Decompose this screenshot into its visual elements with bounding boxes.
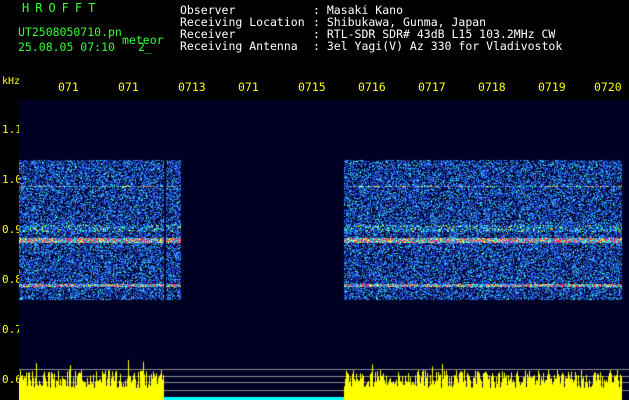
antenna-label: Receiving Antenna (180, 39, 298, 53)
spectrogram-canvas (19, 100, 629, 400)
antenna-value: : 3el Yagi(V) Az 330 for Vladivostok (313, 39, 563, 53)
x-tick-0714: 071 (238, 80, 259, 94)
x-tick-0716: 0716 (358, 80, 386, 94)
spectrogram-plot (19, 100, 629, 400)
sub-value: 2_ (138, 40, 152, 54)
x-tick-0712: 071 (118, 80, 139, 94)
x-tick-0711: 071 (58, 80, 79, 94)
date-time: 25.08.05 07:10 (18, 40, 115, 54)
x-tick-0717: 0717 (418, 80, 446, 94)
frequency-unit-label: kHz (2, 76, 21, 87)
app-title: HROFFT (22, 1, 102, 15)
file-name: UT2508050710.pn (18, 25, 122, 39)
x-tick-0719: 0719 (538, 80, 566, 94)
x-tick-0718: 0718 (478, 80, 506, 94)
x-tick-0715: 0715 (298, 80, 326, 94)
hrofft-screen: HROFFT UT2508050710.pn meteor 25.08.05 0… (0, 0, 629, 400)
x-tick-0713: 0713 (178, 80, 206, 94)
x-tick-0720: 0720 (594, 80, 622, 94)
